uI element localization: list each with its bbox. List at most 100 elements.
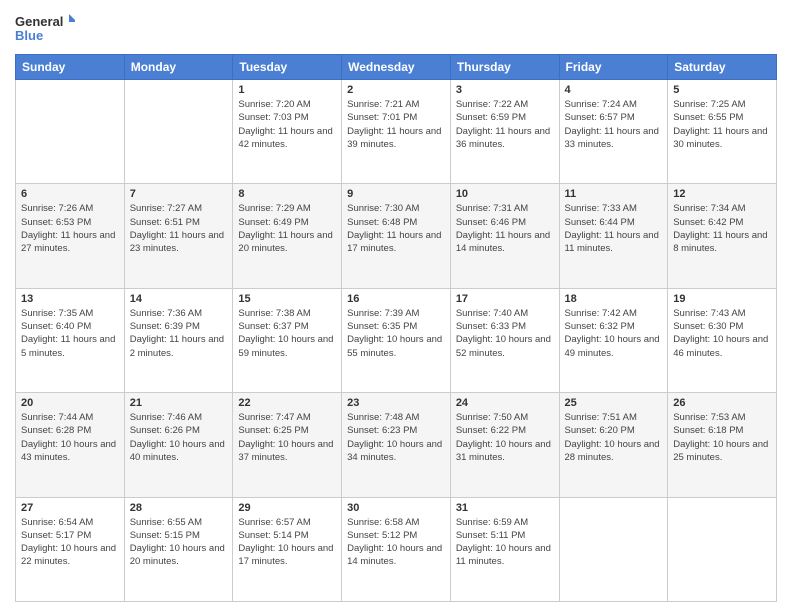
day-number: 6: [21, 188, 119, 200]
day-number: 29: [238, 502, 336, 514]
day-info: Sunrise: 7:51 AMSunset: 6:20 PMDaylight:…: [565, 411, 663, 464]
day-info: Sunrise: 7:47 AMSunset: 6:25 PMDaylight:…: [238, 411, 336, 464]
calendar-cell: 16Sunrise: 7:39 AMSunset: 6:35 PMDayligh…: [342, 288, 451, 392]
day-info: Sunrise: 7:33 AMSunset: 6:44 PMDaylight:…: [565, 202, 663, 255]
day-info: Sunrise: 6:54 AMSunset: 5:17 PMDaylight:…: [21, 516, 119, 569]
weekday-header-sunday: Sunday: [16, 55, 125, 80]
header: General Blue: [15, 10, 777, 46]
calendar-cell: 17 Sunrise: 7:40 AMSunset: 6:33 PMDayligh…: [450, 288, 559, 392]
day-number: 17: [456, 293, 554, 305]
weekday-header-saturday: Saturday: [668, 55, 777, 80]
calendar-cell: 4 Sunrise: 7:24 AMSunset: 6:57 PMDaylight…: [559, 80, 668, 184]
day-info: Sunrise: 7:27 AMSunset: 6:51 PMDaylight:…: [130, 202, 228, 255]
calendar-cell: 5Sunrise: 7:25 AMSunset: 6:55 PMDaylight…: [668, 80, 777, 184]
day-number: 10: [456, 188, 554, 200]
day-info: Sunrise: 7:26 AMSunset: 6:53 PMDaylight:…: [21, 202, 119, 255]
calendar-cell: 31Sunrise: 6:59 AMSunset: 5:11 PMDayligh…: [450, 497, 559, 601]
calendar-cell: 29 Sunrise: 6:57 AMSunset: 5:14 PMDayligh…: [233, 497, 342, 601]
day-number: 7: [130, 188, 228, 200]
day-number: 14: [130, 293, 228, 305]
calendar-cell: [668, 497, 777, 601]
calendar-cell: 19 Sunrise: 7:43 AMSunset: 6:30 PMDayligh…: [668, 288, 777, 392]
day-number: 28: [130, 502, 228, 514]
calendar-cell: 10 Sunrise: 7:31 AMSunset: 6:46 PMDayligh…: [450, 184, 559, 288]
day-number: 31: [456, 502, 554, 514]
logo: General Blue: [15, 10, 75, 46]
logo-svg: General Blue: [15, 10, 75, 46]
calendar-cell: [124, 80, 233, 184]
day-info: Sunrise: 7:44 AMSunset: 6:28 PMDaylight:…: [21, 411, 119, 464]
svg-text:Blue: Blue: [15, 28, 43, 43]
day-info: Sunrise: 7:35 AMSunset: 6:40 PMDaylight:…: [21, 307, 119, 360]
day-number: 25: [565, 397, 663, 409]
day-number: 18: [565, 293, 663, 305]
calendar-cell: 22 Sunrise: 7:47 AMSunset: 6:25 PMDayligh…: [233, 393, 342, 497]
day-info: Sunrise: 7:30 AMSunset: 6:48 PMDaylight:…: [347, 202, 445, 255]
day-number: 12: [673, 188, 771, 200]
day-number: 3: [456, 84, 554, 96]
calendar-cell: 6 Sunrise: 7:26 AMSunset: 6:53 PMDaylight…: [16, 184, 125, 288]
day-info: Sunrise: 7:39 AMSunset: 6:35 PMDaylight:…: [347, 307, 445, 360]
calendar-cell: 1 Sunrise: 7:20 AMSunset: 7:03 PMDaylight…: [233, 80, 342, 184]
day-info: Sunrise: 7:53 AMSunset: 6:18 PMDaylight:…: [673, 411, 771, 464]
day-info: Sunrise: 6:55 AMSunset: 5:15 PMDaylight:…: [130, 516, 228, 569]
weekday-header-thursday: Thursday: [450, 55, 559, 80]
calendar-cell: 7 Sunrise: 7:27 AMSunset: 6:51 PMDaylight…: [124, 184, 233, 288]
calendar-cell: 14Sunrise: 7:36 AMSunset: 6:39 PMDayligh…: [124, 288, 233, 392]
day-number: 8: [238, 188, 336, 200]
calendar-cell: 15Sunrise: 7:38 AMSunset: 6:37 PMDayligh…: [233, 288, 342, 392]
week-row-5: 27 Sunrise: 6:54 AMSunset: 5:17 PMDayligh…: [16, 497, 777, 601]
calendar-cell: 20 Sunrise: 7:44 AMSunset: 6:28 PMDayligh…: [16, 393, 125, 497]
day-info: Sunrise: 7:34 AMSunset: 6:42 PMDaylight:…: [673, 202, 771, 255]
calendar-cell: 24 Sunrise: 7:50 AMSunset: 6:22 PMDayligh…: [450, 393, 559, 497]
day-info: Sunrise: 7:46 AMSunset: 6:26 PMDaylight:…: [130, 411, 228, 464]
day-number: 11: [565, 188, 663, 200]
day-number: 4: [565, 84, 663, 96]
day-info: Sunrise: 7:20 AMSunset: 7:03 PMDaylight:…: [238, 98, 336, 151]
svg-text:General: General: [15, 14, 63, 29]
day-number: 22: [238, 397, 336, 409]
weekday-header-row: SundayMondayTuesdayWednesdayThursdayFrid…: [16, 55, 777, 80]
day-number: 24: [456, 397, 554, 409]
day-info: Sunrise: 7:31 AMSunset: 6:46 PMDaylight:…: [456, 202, 554, 255]
day-number: 2: [347, 84, 445, 96]
weekday-header-wednesday: Wednesday: [342, 55, 451, 80]
calendar-cell: 13Sunrise: 7:35 AMSunset: 6:40 PMDayligh…: [16, 288, 125, 392]
calendar-cell: 12 Sunrise: 7:34 AMSunset: 6:42 PMDayligh…: [668, 184, 777, 288]
calendar-cell: 9Sunrise: 7:30 AMSunset: 6:48 PMDaylight…: [342, 184, 451, 288]
day-info: Sunrise: 7:48 AMSunset: 6:23 PMDaylight:…: [347, 411, 445, 464]
calendar-cell: 30Sunrise: 6:58 AMSunset: 5:12 PMDayligh…: [342, 497, 451, 601]
week-row-1: 1 Sunrise: 7:20 AMSunset: 7:03 PMDaylight…: [16, 80, 777, 184]
week-row-4: 20 Sunrise: 7:44 AMSunset: 6:28 PMDayligh…: [16, 393, 777, 497]
calendar-cell: 8 Sunrise: 7:29 AMSunset: 6:49 PMDaylight…: [233, 184, 342, 288]
day-number: 23: [347, 397, 445, 409]
day-info: Sunrise: 7:50 AMSunset: 6:22 PMDaylight:…: [456, 411, 554, 464]
calendar-cell: 26 Sunrise: 7:53 AMSunset: 6:18 PMDayligh…: [668, 393, 777, 497]
day-number: 20: [21, 397, 119, 409]
day-info: Sunrise: 6:57 AMSunset: 5:14 PMDaylight:…: [238, 516, 336, 569]
day-info: Sunrise: 7:25 AMSunset: 6:55 PMDaylight:…: [673, 98, 771, 151]
day-number: 19: [673, 293, 771, 305]
page: General Blue SundayMondayTuesdayWednesda…: [0, 0, 792, 612]
calendar-cell: 27 Sunrise: 6:54 AMSunset: 5:17 PMDayligh…: [16, 497, 125, 601]
calendar-cell: 11 Sunrise: 7:33 AMSunset: 6:44 PMDayligh…: [559, 184, 668, 288]
day-info: Sunrise: 7:24 AMSunset: 6:57 PMDaylight:…: [565, 98, 663, 151]
weekday-header-monday: Monday: [124, 55, 233, 80]
weekday-header-friday: Friday: [559, 55, 668, 80]
calendar-cell: 23 Sunrise: 7:48 AMSunset: 6:23 PMDayligh…: [342, 393, 451, 497]
week-row-2: 6 Sunrise: 7:26 AMSunset: 6:53 PMDaylight…: [16, 184, 777, 288]
day-info: Sunrise: 7:43 AMSunset: 6:30 PMDaylight:…: [673, 307, 771, 360]
day-number: 30: [347, 502, 445, 514]
weekday-header-tuesday: Tuesday: [233, 55, 342, 80]
day-number: 15: [238, 293, 336, 305]
calendar-cell: 28 Sunrise: 6:55 AMSunset: 5:15 PMDayligh…: [124, 497, 233, 601]
day-number: 27: [21, 502, 119, 514]
day-info: Sunrise: 7:42 AMSunset: 6:32 PMDaylight:…: [565, 307, 663, 360]
day-number: 26: [673, 397, 771, 409]
day-number: 1: [238, 84, 336, 96]
week-row-3: 13Sunrise: 7:35 AMSunset: 6:40 PMDayligh…: [16, 288, 777, 392]
day-info: Sunrise: 7:40 AMSunset: 6:33 PMDaylight:…: [456, 307, 554, 360]
day-info: Sunrise: 7:29 AMSunset: 6:49 PMDaylight:…: [238, 202, 336, 255]
calendar-cell: 21 Sunrise: 7:46 AMSunset: 6:26 PMDayligh…: [124, 393, 233, 497]
day-number: 21: [130, 397, 228, 409]
